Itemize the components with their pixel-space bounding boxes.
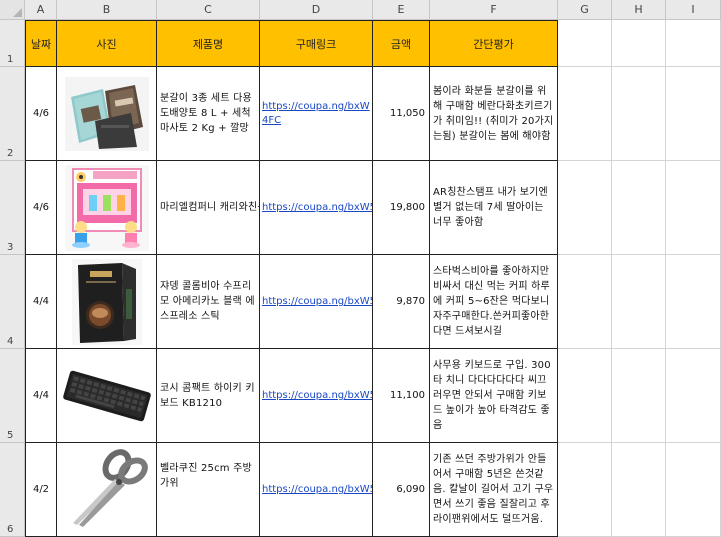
cell-h5[interactable] xyxy=(612,349,666,443)
row-header-2[interactable]: 2 xyxy=(0,67,25,161)
purchase-link[interactable]: https://coupa.ng/bxW5g xyxy=(260,202,372,213)
column-header-f[interactable]: F xyxy=(430,0,558,20)
soil-bags-icon xyxy=(64,76,149,151)
row-header-4[interactable]: 4 xyxy=(0,255,25,349)
cell-h6[interactable] xyxy=(612,443,666,537)
table-row-5-date[interactable]: 4/2 xyxy=(25,443,57,537)
column-header-i[interactable]: I xyxy=(666,0,721,20)
table-row-2-product[interactable]: 마리엘컴퍼니 캐리와친구들 xyxy=(157,161,260,255)
column-header-c[interactable]: C xyxy=(157,0,260,20)
purchase-link[interactable]: https://coupa.ng/bxW4FC xyxy=(260,100,372,128)
cell-h3[interactable] xyxy=(612,161,666,255)
table-row-3-review[interactable]: 스타벅스비아를 좋아하지만 비싸서 대신 먹는 커피 하루에 커피 5~6잔은 … xyxy=(430,255,558,349)
row-header-5[interactable]: 5 xyxy=(0,349,25,443)
header-review[interactable]: 간단평가 xyxy=(430,20,558,67)
table-row-3-photo[interactable] xyxy=(57,255,157,349)
table-row-1-date[interactable]: 4/6 xyxy=(25,67,57,161)
table-row-4-link[interactable]: https://coupa.ng/bxW5P xyxy=(260,349,373,443)
table-row-1-price[interactable]: 11,050 xyxy=(373,67,430,161)
product-name: 벨라쿠진 25cm 주방가위 xyxy=(160,463,252,489)
table-row-2-date[interactable]: 4/6 xyxy=(25,161,57,255)
product-name: 쟈뎅 콜롬비아 수프리모 아메리카노 블랙 에스프레소 스틱 xyxy=(160,281,255,322)
cell-h2[interactable] xyxy=(612,67,666,161)
column-header-h[interactable]: H xyxy=(612,0,666,20)
cell-i2[interactable] xyxy=(666,67,721,161)
column-header-e[interactable]: E xyxy=(373,0,430,20)
column-header-d[interactable]: D xyxy=(260,0,373,20)
cell-i3[interactable] xyxy=(666,161,721,255)
header-date[interactable]: 날짜 xyxy=(25,20,57,67)
purchase-link[interactable]: https://coupa.ng/bxW58 xyxy=(260,484,372,495)
table-row-2-photo[interactable] xyxy=(57,161,157,255)
table-row-1-link[interactable]: https://coupa.ng/bxW4FC xyxy=(260,67,373,161)
cell-g3[interactable] xyxy=(558,161,612,255)
row-header-3[interactable]: 3 xyxy=(0,161,25,255)
cell-h1[interactable] xyxy=(612,20,666,67)
cell-h4[interactable] xyxy=(612,255,666,349)
header-product[interactable]: 제품명 xyxy=(157,20,260,67)
review-text: AR칭찬스탬프 내가 보기엔 별거 없는데 7세 딸아이는 너무 좋아함 xyxy=(433,187,548,228)
review-text: 기존 쓰던 주방가위가 안들어서 구매함 5년은 쓴것같음. 칼날이 길어서 고… xyxy=(433,454,554,525)
table-row-2-link[interactable]: https://coupa.ng/bxW5g xyxy=(260,161,373,255)
table-row-4-photo[interactable] xyxy=(57,349,157,443)
row-header-6[interactable]: 6 xyxy=(0,443,25,537)
product-name: 분갈이 3종 세트 다용도배양토 8 L + 세척마사토 2 Kg + 깔망 xyxy=(160,93,252,134)
table-row-3-date[interactable]: 4/4 xyxy=(25,255,57,349)
header-price[interactable]: 금액 xyxy=(373,20,430,67)
table-row-1-photo[interactable] xyxy=(57,67,157,161)
cell-g4[interactable] xyxy=(558,255,612,349)
cell-g6[interactable] xyxy=(558,443,612,537)
table-row-4-product[interactable]: 코시 콤팩트 하이키 키보드 KB1210 xyxy=(157,349,260,443)
table-row-5-product[interactable]: 벨라쿠진 25cm 주방가위 xyxy=(157,443,260,537)
table-row-3-link[interactable]: https://coupa.ng/bxW5H xyxy=(260,255,373,349)
scissors-icon xyxy=(60,446,153,533)
coffee-box-icon xyxy=(71,258,142,345)
product-name: 코시 콤팩트 하이키 키보드 KB1210 xyxy=(160,382,255,409)
review-text: 스타벅스비아를 좋아하지만 비싸서 대신 먹는 커피 하루에 커피 5~6잔은 … xyxy=(433,266,550,337)
cell-i5[interactable] xyxy=(666,349,721,443)
cell-g2[interactable] xyxy=(558,67,612,161)
table-row-1-review[interactable]: 봄이라 화분들 분갈이를 위해 구매함 베란다화초키르기가 취미임!! (취미가… xyxy=(430,67,558,161)
cell-i1[interactable] xyxy=(666,20,721,67)
review-text: 사무용 키보드로 구입. 300타 치니 다다다다다다 씨끄러우면 안되서 구매… xyxy=(433,360,551,431)
table-row-5-link[interactable]: https://coupa.ng/bxW58 xyxy=(260,443,373,537)
table-row-2-review[interactable]: AR칭찬스탬프 내가 보기엔 별거 없는데 7세 딸아이는 너무 좋아함 xyxy=(430,161,558,255)
keyboard-icon xyxy=(60,360,153,431)
purchase-link[interactable]: https://coupa.ng/bxW5H xyxy=(260,296,372,307)
column-header-b[interactable]: B xyxy=(57,0,157,20)
table-row-2-price[interactable]: 19,800 xyxy=(373,161,430,255)
cell-g1[interactable] xyxy=(558,20,612,67)
review-text: 봄이라 화분들 분갈이를 위해 구매함 베란다화초키르기가 취미임!! (취미가… xyxy=(433,85,554,142)
table-row-4-review[interactable]: 사무용 키보드로 구입. 300타 치니 다다다다다다 씨끄러우면 안되서 구매… xyxy=(430,349,558,443)
select-all-triangle-icon xyxy=(13,8,22,17)
spreadsheet[interactable]: A B C D E F G H I 1 2 3 4 5 6 날짜 사진 제품명 … xyxy=(0,0,721,537)
table-row-5-price[interactable]: 6,090 xyxy=(373,443,430,537)
column-header-a[interactable]: A xyxy=(25,0,57,20)
cell-g5[interactable] xyxy=(558,349,612,443)
table-row-5-review[interactable]: 기존 쓰던 주방가위가 안들어서 구매함 5년은 쓴것같음. 칼날이 길어서 고… xyxy=(430,443,558,537)
header-photo[interactable]: 사진 xyxy=(57,20,157,67)
stamp-toy-box-icon xyxy=(64,164,149,251)
product-name: 마리엘컴퍼니 캐리와친구들 xyxy=(160,202,259,213)
row-header-1[interactable]: 1 xyxy=(0,20,25,67)
select-all-corner[interactable] xyxy=(0,0,25,20)
header-link[interactable]: 구매링크 xyxy=(260,20,373,67)
purchase-link[interactable]: https://coupa.ng/bxW5P xyxy=(260,390,372,401)
cell-i6[interactable] xyxy=(666,443,721,537)
table-row-1-product[interactable]: 분갈이 3종 세트 다용도배양토 8 L + 세척마사토 2 Kg + 깔망 xyxy=(157,67,260,161)
table-row-3-price[interactable]: 9,870 xyxy=(373,255,430,349)
table-row-5-photo[interactable] xyxy=(57,443,157,537)
table-row-4-price[interactable]: 11,100 xyxy=(373,349,430,443)
cell-i4[interactable] xyxy=(666,255,721,349)
table-row-4-date[interactable]: 4/4 xyxy=(25,349,57,443)
column-header-g[interactable]: G xyxy=(558,0,612,20)
table-row-3-product[interactable]: 쟈뎅 콜롬비아 수프리모 아메리카노 블랙 에스프레소 스틱 xyxy=(157,255,260,349)
